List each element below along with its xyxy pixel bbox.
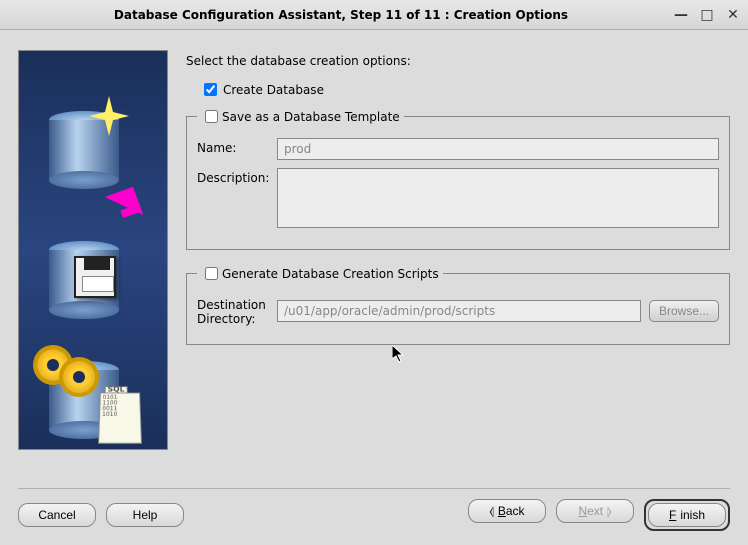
chevron-right-icon: ⦊: [607, 504, 611, 519]
cancel-button[interactable]: Cancel: [18, 503, 96, 527]
dest-dir-input[interactable]: [277, 300, 641, 322]
gen-scripts-checkbox[interactable]: [205, 267, 218, 280]
window-title: Database Configuration Assistant, Step 1…: [8, 8, 674, 22]
button-bar: Cancel Help ⦉ Back Next ⦊ Finish: [18, 488, 730, 531]
main-panel: Select the database creation options: Cr…: [186, 50, 730, 450]
finish-label: inish: [680, 508, 705, 522]
save-template-group: Save as a Database Template Name: Descri…: [186, 107, 730, 250]
dest-dir-label: Destination Directory:: [197, 295, 277, 326]
gen-scripts-legend: Generate Database Creation Scripts: [197, 264, 443, 283]
minimize-icon[interactable]: —: [674, 8, 688, 22]
create-db-option: Create Database: [200, 80, 730, 99]
browse-button[interactable]: Browse...: [649, 300, 719, 322]
help-button[interactable]: Help: [106, 503, 184, 527]
close-icon[interactable]: ✕: [726, 8, 740, 22]
titlebar: Database Configuration Assistant, Step 1…: [0, 0, 748, 30]
gen-scripts-label: Generate Database Creation Scripts: [222, 267, 439, 281]
create-db-checkbox[interactable]: [204, 83, 217, 96]
next-label: ext: [587, 504, 603, 518]
content-area: 0101110000111010 Select the database cre…: [0, 30, 748, 460]
floppy-icon: [74, 256, 116, 298]
sparkle-icon: [89, 96, 129, 136]
maximize-icon[interactable]: □: [700, 8, 714, 22]
template-desc-textarea[interactable]: [277, 168, 719, 228]
create-db-label: Create Database: [223, 83, 324, 97]
template-name-label: Name:: [197, 138, 277, 155]
template-desc-label: Description:: [197, 168, 277, 185]
chevron-left-icon: ⦉: [489, 504, 493, 519]
gen-scripts-group: Generate Database Creation Scripts Desti…: [186, 264, 730, 345]
back-label: ack: [506, 504, 525, 518]
save-template-legend: Save as a Database Template: [197, 107, 404, 126]
intro-text: Select the database creation options:: [186, 50, 730, 68]
template-name-input[interactable]: [277, 138, 719, 160]
finish-button[interactable]: Finish: [648, 503, 726, 527]
save-template-label: Save as a Database Template: [222, 110, 400, 124]
window-controls: — □ ✕: [674, 8, 740, 22]
arrow-icon: [105, 187, 143, 225]
back-button[interactable]: ⦉ Back: [468, 499, 546, 523]
save-template-checkbox[interactable]: [205, 110, 218, 123]
script-icon: 0101110000111010: [98, 393, 142, 444]
wizard-side-image: 0101110000111010: [18, 50, 168, 450]
next-button[interactable]: Next ⦊: [556, 499, 634, 523]
